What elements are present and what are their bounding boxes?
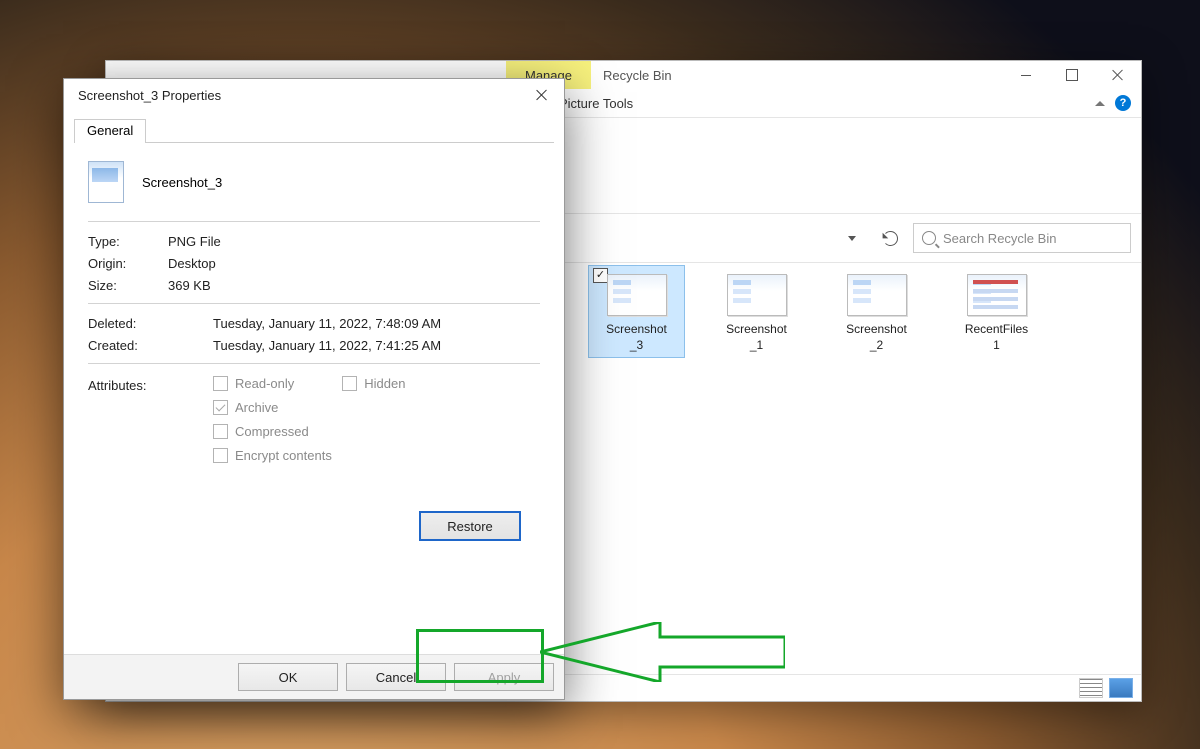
file-thumbnail-icon	[727, 274, 787, 316]
attr-archive: Archive	[213, 400, 540, 415]
search-input[interactable]: Search Recycle Bin	[913, 223, 1131, 253]
window-maximize-button[interactable]	[1049, 61, 1095, 89]
collapse-ribbon-icon[interactable]	[1095, 101, 1105, 106]
address-history-button[interactable]	[837, 223, 867, 253]
size-value: 369 KB	[168, 278, 211, 293]
type-label: Type:	[88, 234, 168, 249]
dialog-close-button[interactable]	[526, 79, 558, 111]
attributes-label: Attributes:	[88, 376, 213, 472]
explorer-title: Recycle Bin	[591, 61, 1003, 89]
close-icon	[1112, 69, 1124, 81]
created-label: Created:	[88, 338, 213, 353]
restore-button[interactable]: Restore	[420, 512, 520, 540]
help-icon[interactable]: ?	[1115, 95, 1131, 111]
type-value: PNG File	[168, 234, 221, 249]
file-thumbnail-icon	[967, 274, 1027, 316]
filename-text: Screenshot_3	[142, 175, 222, 190]
checkbox-icon	[342, 376, 357, 391]
file-item[interactable]: Screenshot_2	[829, 266, 924, 357]
origin-value: Desktop	[168, 256, 216, 271]
search-icon	[922, 231, 936, 245]
window-minimize-button[interactable]	[1003, 61, 1049, 89]
checkbox-icon	[213, 424, 228, 439]
dialog-title: Screenshot_3 Properties	[78, 88, 526, 103]
deleted-value: Tuesday, January 11, 2022, 7:48:09 AM	[213, 316, 441, 331]
apply-button[interactable]: Apply	[454, 663, 554, 691]
ok-button[interactable]: OK	[238, 663, 338, 691]
file-item[interactable]: RecentFiles1	[949, 266, 1044, 357]
properties-dialog: Screenshot_3 Properties General Screensh…	[63, 78, 565, 700]
maximize-icon	[1066, 69, 1078, 81]
chevron-down-icon	[848, 236, 856, 241]
checkbox-icon	[213, 448, 228, 463]
attr-readonly: Read-only	[213, 376, 294, 391]
desktop-background: Manage Recycle Bin Picture Tools ? Searc…	[0, 0, 1200, 749]
file-thumbnail-icon	[607, 274, 667, 316]
tab-general[interactable]: General	[74, 119, 146, 143]
window-close-button[interactable]	[1095, 61, 1141, 89]
deleted-label: Deleted:	[88, 316, 213, 331]
file-type-icon	[88, 161, 124, 203]
attr-hidden: Hidden	[342, 376, 405, 391]
origin-label: Origin:	[88, 256, 168, 271]
checkbox-checked-icon	[213, 400, 228, 415]
view-details-button[interactable]	[1079, 678, 1103, 698]
created-value: Tuesday, January 11, 2022, 7:41:25 AM	[213, 338, 441, 353]
refresh-icon	[883, 231, 898, 246]
file-item[interactable]: Screenshot_1	[709, 266, 804, 357]
attr-encrypt: Encrypt contents	[213, 448, 540, 463]
refresh-button[interactable]	[875, 223, 905, 253]
cancel-button[interactable]: Cancel	[346, 663, 446, 691]
search-placeholder: Search Recycle Bin	[943, 231, 1056, 246]
file-label: RecentFiles1	[949, 322, 1044, 357]
checkbox-icon	[213, 376, 228, 391]
file-label: Screenshot_1	[709, 322, 804, 357]
size-label: Size:	[88, 278, 168, 293]
file-label: Screenshot_3	[589, 322, 684, 357]
attr-compressed: Compressed	[213, 424, 540, 439]
close-icon	[536, 89, 548, 101]
file-item[interactable]: ✓Screenshot_3	[589, 266, 684, 357]
file-thumbnail-icon	[847, 274, 907, 316]
file-label: Screenshot_2	[829, 322, 924, 357]
minimize-icon	[1021, 75, 1031, 76]
view-icons-button[interactable]	[1109, 678, 1133, 698]
